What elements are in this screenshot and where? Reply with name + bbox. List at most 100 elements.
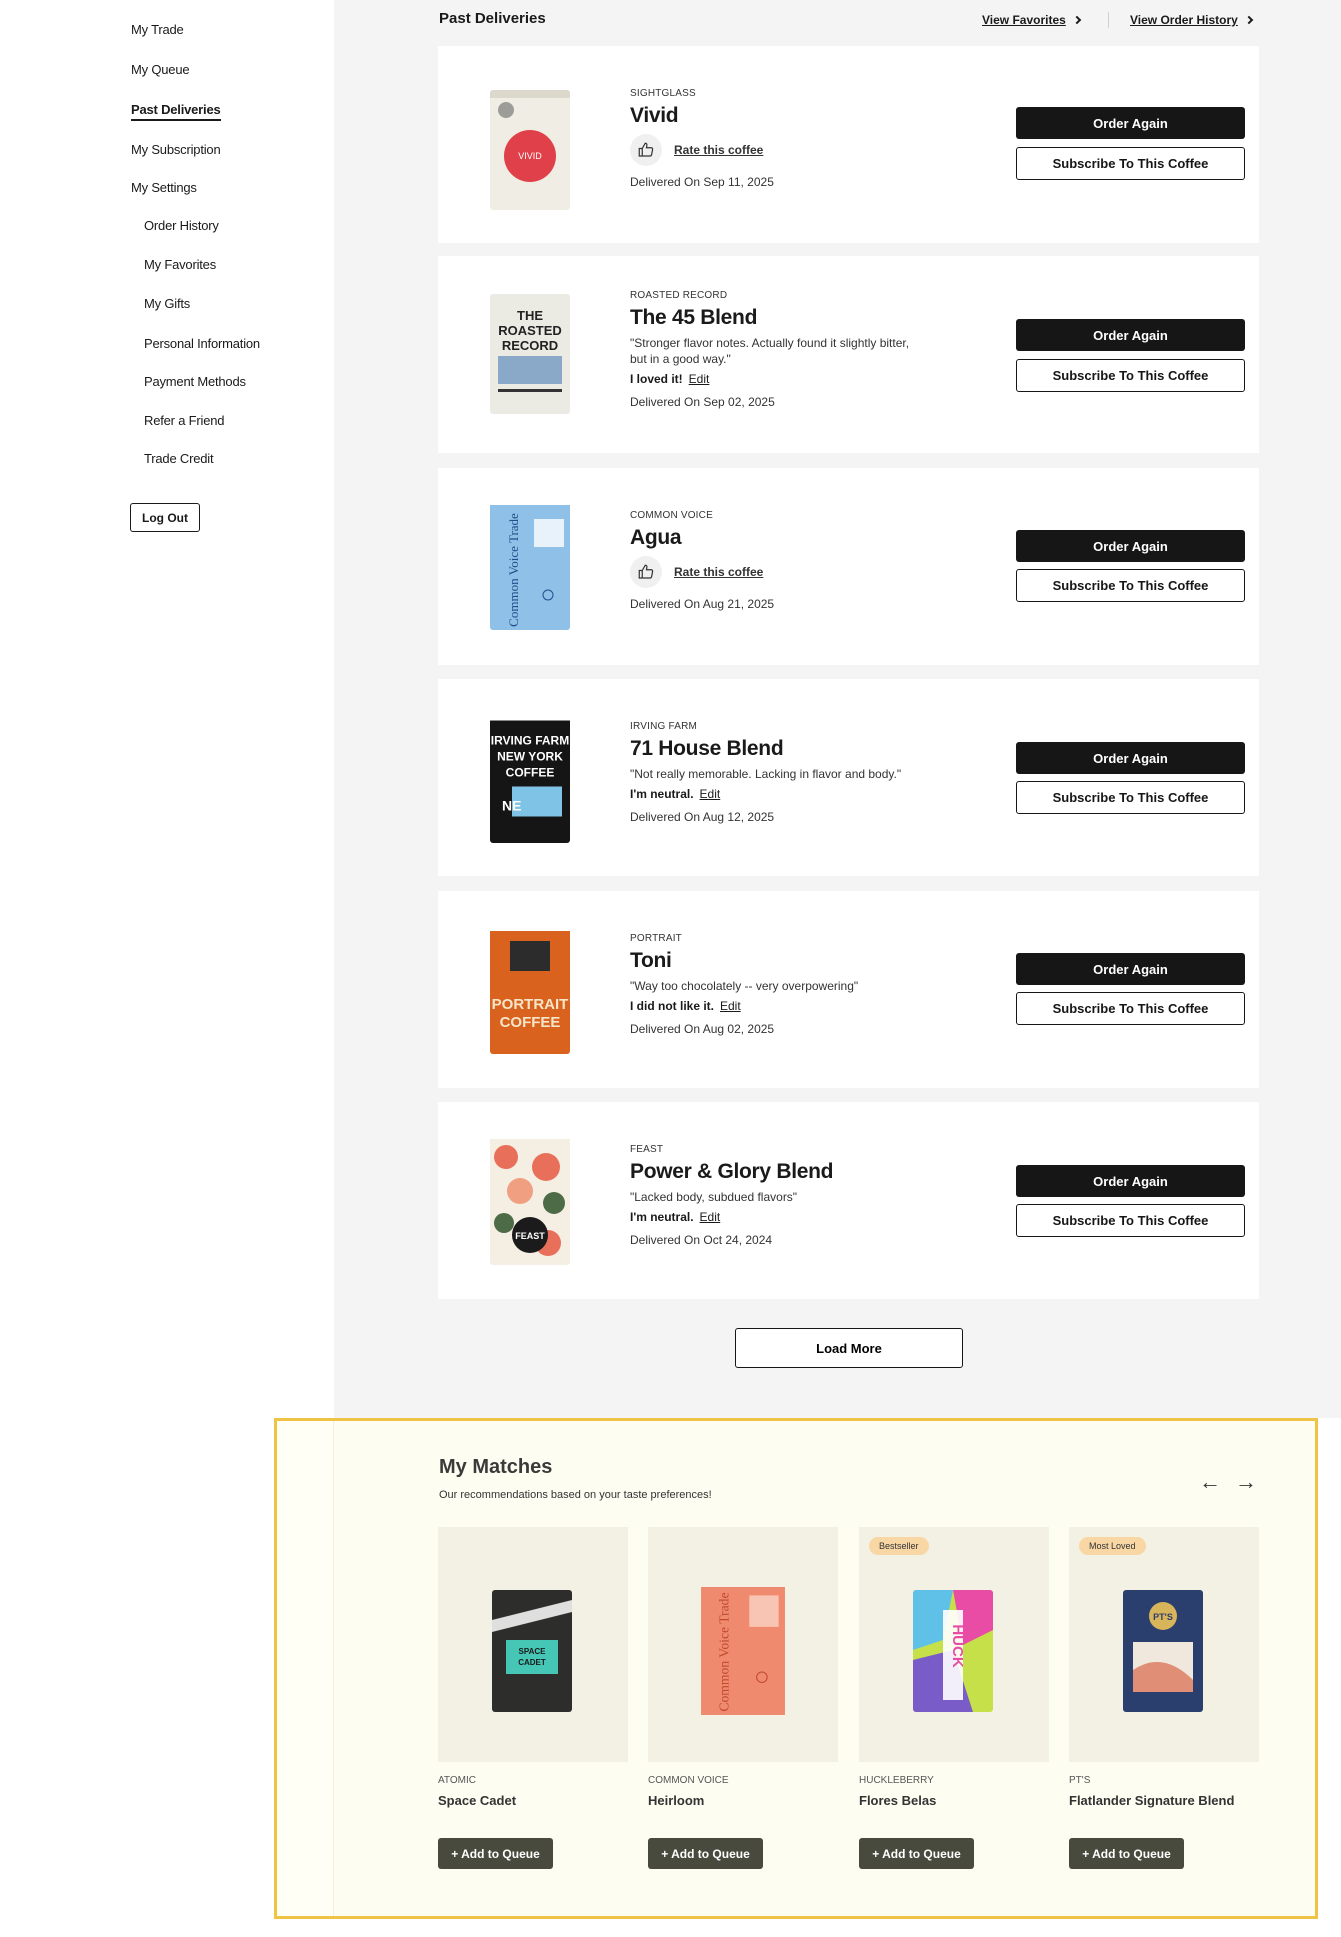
matches-title: My Matches [439, 1456, 553, 1478]
thumbs-up-icon[interactable] [630, 134, 662, 166]
rate-coffee-link[interactable]: Rate this coffee [674, 565, 763, 579]
sidebar-item-personal-information[interactable]: Personal Information [144, 336, 260, 351]
sidebar-item-payment-methods[interactable]: Payment Methods [144, 374, 246, 389]
delivery-info: FEAST Power & Glory Blend "Lacked body, … [630, 1144, 915, 1247]
add-to-queue-button[interactable]: + Add to Queue [648, 1838, 763, 1869]
view-order-history-link[interactable]: View Order History [1130, 13, 1254, 27]
review-text: "Stronger flavor notes. Actually found i… [630, 336, 910, 366]
sidebar-item-my-subscription[interactable]: My Subscription [131, 142, 221, 157]
match-coffee-name: Heirloom [648, 1793, 705, 1808]
arrow-left-icon[interactable]: ← [1199, 1471, 1221, 1493]
arrow-right-icon[interactable]: → [1235, 1471, 1257, 1493]
coffee-name: Toni [630, 949, 672, 972]
subscribe-coffee-button[interactable]: Subscribe To This Coffee [1016, 359, 1245, 392]
review-text: "Way too chocolately -- very overpowerin… [630, 979, 859, 993]
coffee-bag-image: FEAST [490, 1139, 570, 1265]
sidebar-item-trade-credit[interactable]: Trade Credit [144, 451, 214, 466]
edit-review-link[interactable]: Edit [720, 999, 741, 1013]
sidebar-item-order-history[interactable]: Order History [144, 218, 219, 233]
verdict-label: I loved it! [630, 372, 683, 386]
match-card: Most Loved PT'S PT'S Flatlander Signatur… [1069, 1527, 1259, 1869]
svg-text:HUCK: HUCK [949, 1624, 966, 1667]
order-again-button[interactable]: Order Again [1016, 319, 1245, 351]
page-title: Past Deliveries [439, 10, 546, 27]
delivery-info: IRVING FARM 71 House Blend "Not really m… [630, 721, 915, 824]
rate-coffee-link[interactable]: Rate this coffee [674, 143, 763, 157]
order-again-button[interactable]: Order Again [1016, 530, 1245, 562]
coffee-name: Agua [630, 526, 682, 549]
delivery-card: Common Voice Trade COMMON VOICE Agua Rat… [438, 468, 1259, 665]
order-again-button[interactable]: Order Again [1016, 953, 1245, 985]
coffee-bag-image: PORTRAIT COFFEE [490, 931, 570, 1054]
order-again-button[interactable]: Order Again [1016, 1165, 1245, 1197]
verdict-label: I'm neutral. [630, 787, 694, 801]
coffee-bag-image: THE ROASTED RECORD [490, 294, 570, 414]
rate-row: Rate this coffee [630, 134, 774, 166]
match-image-area[interactable]: Common Voice Trade [648, 1527, 838, 1762]
delivery-card: IRVING FARM NEW YORK COFFEE NE IRVING FA… [438, 679, 1259, 876]
delivery-info: PORTRAIT Toni "Way too chocolately -- ve… [630, 933, 915, 1036]
svg-text:CADET: CADET [518, 1658, 546, 1667]
roaster-name: ROASTED RECORD [630, 290, 728, 301]
verdict-row: I loved it! Edit [630, 372, 915, 386]
edit-review-link[interactable]: Edit [700, 1210, 721, 1224]
sidebar-item-my-settings[interactable]: My Settings [131, 180, 197, 195]
subscribe-coffee-button[interactable]: Subscribe To This Coffee [1016, 569, 1245, 602]
svg-text:COFFEE: COFFEE [500, 1014, 561, 1031]
delivery-card: VIVID SIGHTGLASS Vivid Rate this coffee … [438, 46, 1259, 243]
svg-text:Common Voice Trade: Common Voice Trade [716, 1592, 731, 1711]
order-again-button[interactable]: Order Again [1016, 742, 1245, 774]
matches-subtitle: Our recommendations based on your taste … [439, 1489, 712, 1501]
order-again-button[interactable]: Order Again [1016, 107, 1245, 139]
subscribe-coffee-button[interactable]: Subscribe To This Coffee [1016, 781, 1245, 814]
load-more-button[interactable]: Load More [735, 1328, 963, 1368]
sidebar-item-my-favorites[interactable]: My Favorites [144, 257, 216, 272]
subscribe-coffee-button[interactable]: Subscribe To This Coffee [1016, 992, 1245, 1025]
sidebar-item-refer-a-friend[interactable]: Refer a Friend [144, 413, 224, 428]
delivered-date: Delivered On Aug 02, 2025 [630, 1022, 775, 1036]
add-to-queue-button[interactable]: + Add to Queue [859, 1838, 974, 1869]
svg-text:THE: THE [517, 308, 543, 323]
add-to-queue-button[interactable]: + Add to Queue [438, 1838, 553, 1869]
match-roaster: COMMON VOICE [648, 1775, 729, 1786]
most-loved-badge: Most Loved [1079, 1537, 1146, 1555]
delivery-card: THE ROASTED RECORD ROASTED RECORD The 45… [438, 256, 1259, 453]
review-text: "Lacked body, subdued flavors" [630, 1190, 798, 1204]
subscribe-coffee-button[interactable]: Subscribe To This Coffee [1016, 1204, 1245, 1237]
verdict-row: I did not like it. Edit [630, 999, 915, 1013]
logout-button[interactable]: Log Out [130, 503, 200, 532]
thumbs-up-icon[interactable] [630, 556, 662, 588]
match-image-area[interactable]: Bestseller HUCK [859, 1527, 1049, 1762]
sidebar-item-my-trade[interactable]: My Trade [131, 22, 184, 37]
edit-review-link[interactable]: Edit [700, 787, 721, 801]
svg-text:VIVID: VIVID [518, 151, 542, 161]
svg-text:RECORD: RECORD [502, 338, 558, 353]
delivered-date: Delivered On Aug 12, 2025 [630, 810, 775, 824]
verdict-row: I'm neutral. Edit [630, 1210, 915, 1224]
view-order-history-label: View Order History [1130, 13, 1238, 27]
coffee-name: 71 House Blend [630, 737, 784, 760]
roaster-name: IRVING FARM [630, 721, 698, 732]
match-image-area[interactable]: Most Loved PT'S [1069, 1527, 1259, 1762]
my-matches-section: My Matches Our recommendations based on … [274, 1418, 1318, 1919]
subscribe-coffee-button[interactable]: Subscribe To This Coffee [1016, 147, 1245, 180]
svg-text:COFFEE: COFFEE [506, 766, 555, 780]
review-text: "Not really memorable. Lacking in flavor… [630, 767, 902, 781]
svg-text:Common Voice Trade: Common Voice Trade [506, 513, 521, 627]
roaster-name: SIGHTGLASS [630, 88, 696, 99]
verdict-label: I did not like it. [630, 999, 714, 1013]
match-coffee-name: Flores Belas [859, 1793, 937, 1808]
coffee-bag-image: IRVING FARM NEW YORK COFFEE NE [490, 720, 570, 843]
sidebar-item-my-queue[interactable]: My Queue [131, 62, 190, 77]
edit-review-link[interactable]: Edit [689, 372, 710, 386]
add-to-queue-button[interactable]: + Add to Queue [1069, 1838, 1184, 1869]
sidebar-item-past-deliveries[interactable]: Past Deliveries [131, 102, 221, 121]
roaster-name: FEAST [630, 1144, 664, 1155]
delivered-date: Delivered On Oct 24, 2024 [630, 1233, 773, 1247]
coffee-name: Power & Glory Blend [630, 1160, 834, 1183]
sidebar-item-my-gifts[interactable]: My Gifts [144, 296, 190, 311]
view-favorites-link[interactable]: View Favorites [982, 13, 1082, 27]
coffee-name: The 45 Blend [630, 306, 758, 329]
match-image-area[interactable]: SPACE CADET [438, 1527, 628, 1762]
svg-text:IRVING FARM: IRVING FARM [491, 734, 569, 748]
